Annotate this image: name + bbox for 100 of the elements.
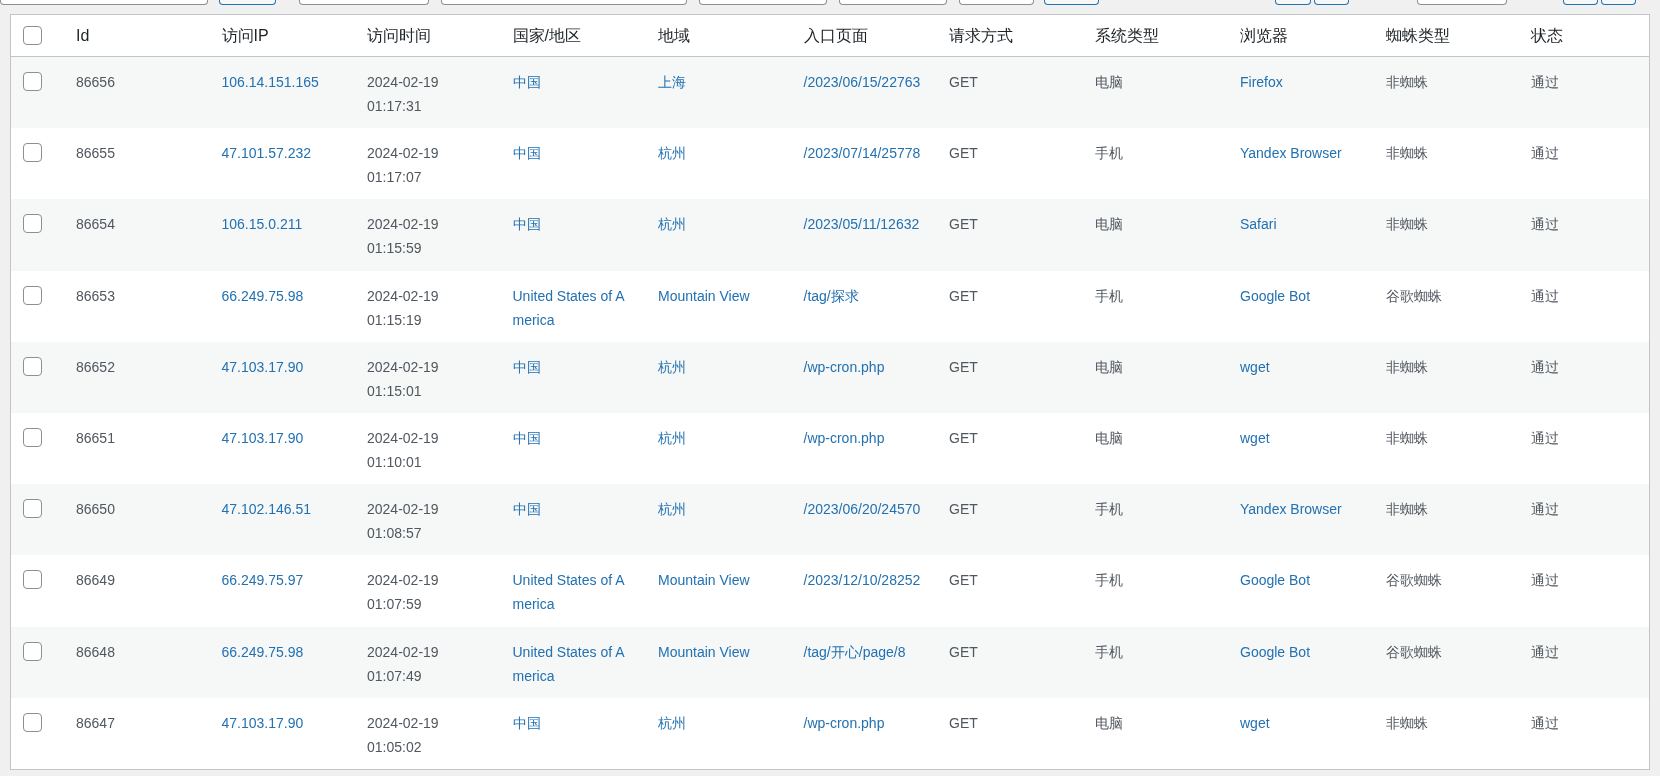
checkbox[interactable] <box>23 356 42 376</box>
browser-link[interactable]: Firefox <box>1240 70 1361 94</box>
column-header: 访问IP <box>221 26 269 44</box>
time-text: 01:15:19 <box>367 310 423 330</box>
checkbox[interactable] <box>23 570 42 590</box>
table-cell-text: 手机 <box>1094 500 1124 520</box>
region-link[interactable]: 上海 <box>658 70 779 94</box>
page-link[interactable]: /2023/06/15/22763 <box>803 70 924 94</box>
region-link[interactable]: 杭州 <box>658 141 779 166</box>
browser-link[interactable]: wget <box>1240 425 1361 450</box>
checkbox[interactable] <box>23 72 42 91</box>
table-cell-text: 非蜘蛛 <box>1385 357 1429 377</box>
country-link[interactable]: 中国 <box>512 497 633 522</box>
region-link[interactable]: 杭州 <box>658 425 779 450</box>
table-cell-text: GET <box>949 144 979 164</box>
table-cell-text: 谷歌蜘蛛 <box>1385 571 1443 591</box>
ip-link[interactable]: 66.249.75.98 <box>221 639 342 664</box>
country-link[interactable]: 中国 <box>512 354 633 379</box>
checkbox[interactable] <box>23 641 42 661</box>
browser-link[interactable]: wget <box>1240 354 1361 379</box>
region-link[interactable]: Mountain View <box>658 639 779 664</box>
table-cell-text: 电脑 <box>1094 357 1124 377</box>
browser-link[interactable]: Yandex Browser <box>1240 497 1361 522</box>
page-link[interactable]: /2023/12/10/28252 <box>803 568 924 593</box>
table-cell-text: GET <box>949 357 979 377</box>
date-text: 2024-02-19 <box>367 286 440 306</box>
country-link[interactable]: 中国 <box>512 710 633 735</box>
browser-link[interactable]: wget <box>1240 710 1361 735</box>
country-link[interactable]: 中国 <box>512 141 633 166</box>
date-text: 2024-02-19 <box>367 500 440 520</box>
ip-link[interactable]: 47.101.57.232 <box>221 141 342 166</box>
region-link[interactable]: Mountain View <box>658 568 779 593</box>
table-cell-text: 手机 <box>1094 642 1124 662</box>
page-link[interactable]: /wp-cron.php <box>803 425 924 450</box>
column-header: 访问时间 <box>367 26 431 44</box>
table-cell-text: 非蜘蛛 <box>1385 500 1429 520</box>
ip-link[interactable]: 47.103.17.90 <box>221 425 342 450</box>
column-header: 状态 <box>1531 26 1563 44</box>
ip-link[interactable]: 47.103.17.90 <box>221 710 342 735</box>
time-text: 01:07:49 <box>367 666 423 686</box>
page-link[interactable]: /2023/06/20/24570 <box>803 497 924 522</box>
table-cell-text: 86650 <box>76 500 116 520</box>
country-link[interactable]: 中国 <box>512 425 633 450</box>
checkbox[interactable] <box>23 285 42 305</box>
table-cell-text: 86654 <box>76 215 116 235</box>
table-cell-text: 86655 <box>76 144 116 164</box>
country-link[interactable]: United States of America <box>512 568 633 617</box>
browser-link[interactable]: Safari <box>1240 212 1361 237</box>
table-cell-text: 通过 <box>1531 500 1560 520</box>
checkbox[interactable] <box>23 143 42 163</box>
browser-link[interactable]: Google Bot <box>1240 568 1361 593</box>
column-header: 地域 <box>658 26 690 44</box>
table-cell-text: 通过 <box>1531 144 1560 164</box>
ip-link[interactable]: 106.14.151.165 <box>221 70 342 94</box>
table-cell-text: 手机 <box>1094 286 1124 306</box>
page-link[interactable]: /wp-cron.php <box>803 710 924 735</box>
table-cell-text: GET <box>949 286 979 306</box>
country-link[interactable]: 中国 <box>512 70 633 94</box>
page-link[interactable]: /tag/探求 <box>803 283 924 308</box>
table-cell-text: GET <box>949 713 979 733</box>
region-link[interactable]: Mountain View <box>658 283 779 308</box>
country-link[interactable]: United States of America <box>512 283 633 332</box>
checkbox[interactable] <box>23 499 42 519</box>
table-cell-text: 86648 <box>76 642 116 662</box>
ip-link[interactable]: 66.249.75.98 <box>221 283 342 308</box>
ip-link[interactable]: 106.15.0.211 <box>221 212 342 237</box>
table-cell-text: 谷歌蜘蛛 <box>1385 642 1443 662</box>
table-cell-text: 86649 <box>76 571 116 591</box>
column-header: 浏览器 <box>1240 26 1288 44</box>
checkbox[interactable] <box>23 214 42 234</box>
region-link[interactable]: 杭州 <box>658 497 779 522</box>
region-link[interactable]: 杭州 <box>658 354 779 379</box>
page-link[interactable]: /2023/05/11/12632 <box>803 212 924 237</box>
region-link[interactable]: 杭州 <box>658 710 779 735</box>
page-link[interactable]: /wp-cron.php <box>803 354 924 379</box>
date-text: 2024-02-19 <box>367 713 440 733</box>
table-cell-text: GET <box>949 642 979 662</box>
column-header: 国家/地区 <box>512 26 581 44</box>
column-header: 系统类型 <box>1094 26 1159 44</box>
ip-link[interactable]: 47.103.17.90 <box>221 354 342 379</box>
region-link[interactable]: 杭州 <box>658 212 779 237</box>
browser-link[interactable]: Google Bot <box>1240 639 1361 664</box>
column-header: 入口页面 <box>803 26 868 44</box>
ip-link[interactable]: 47.102.146.51 <box>221 497 342 522</box>
table-cell-text: 通过 <box>1531 286 1560 306</box>
country-link[interactable]: 中国 <box>512 212 633 237</box>
checkbox[interactable] <box>23 26 42 45</box>
checkbox[interactable] <box>23 427 42 447</box>
date-text: 2024-02-19 <box>367 428 440 448</box>
browser-link[interactable]: Google Bot <box>1240 283 1361 308</box>
table-cell-text: GET <box>949 500 979 520</box>
date-text: 2024-02-19 <box>367 642 440 662</box>
browser-link[interactable]: Yandex Browser <box>1240 141 1361 166</box>
country-link[interactable]: United States of America <box>512 639 633 688</box>
checkbox[interactable] <box>23 712 42 732</box>
table-cell-text: 电脑 <box>1094 73 1124 92</box>
date-text: 2024-02-19 <box>367 73 440 92</box>
ip-link[interactable]: 66.249.75.97 <box>221 568 342 593</box>
page-link[interactable]: /2023/07/14/25778 <box>803 141 924 166</box>
page-link[interactable]: /tag/开心/page/8 <box>803 639 924 664</box>
